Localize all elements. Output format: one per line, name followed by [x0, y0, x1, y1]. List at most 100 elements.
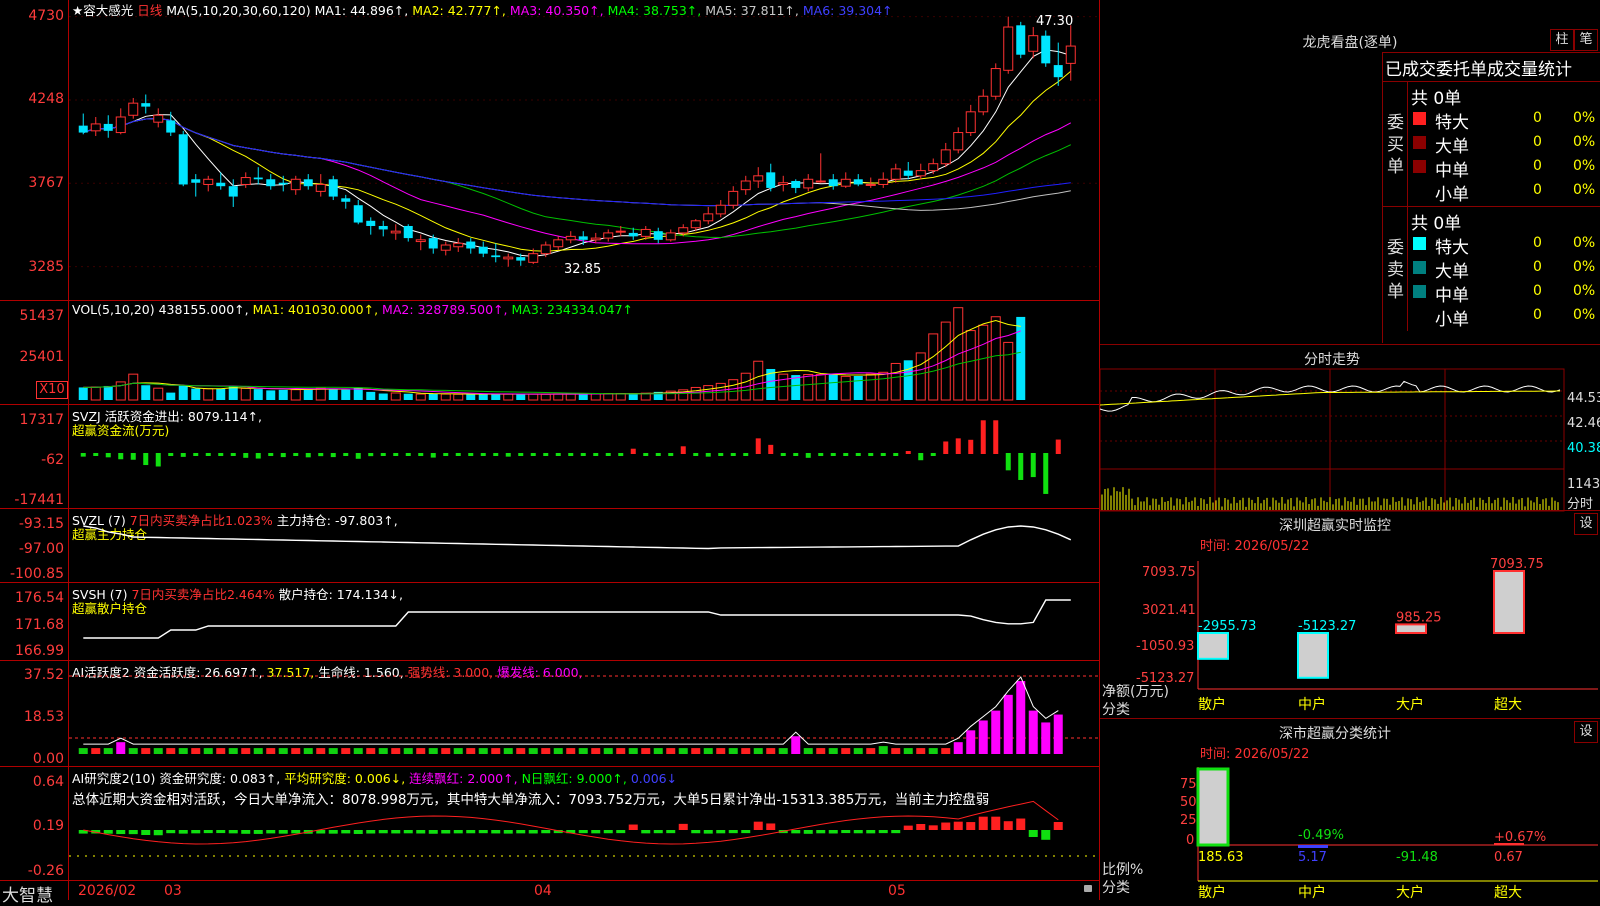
volume-bar	[865, 373, 876, 401]
research-bar	[128, 830, 138, 835]
class-axis-tick: 25	[1180, 813, 1197, 828]
candle-body	[878, 178, 889, 185]
ai-research-chart[interactable]	[69, 766, 1099, 880]
sz-settings-button[interactable]: 设	[1574, 513, 1598, 535]
sz-axis-tick: 7093.75	[1142, 565, 1196, 580]
activity-bar	[728, 748, 738, 754]
candle-body	[628, 232, 638, 237]
candle-body	[303, 179, 313, 187]
svzj-bar-chart[interactable]	[69, 404, 1099, 508]
volume-bar	[191, 388, 201, 400]
svzj-bar	[1030, 453, 1036, 478]
activity-bar	[853, 748, 863, 754]
order-size-label: 中单	[1435, 286, 1469, 306]
research-bar	[841, 830, 851, 834]
research-bar	[428, 830, 438, 834]
research-bar	[141, 830, 151, 835]
price-tick: 3767	[28, 175, 64, 191]
order-count: 0	[1533, 158, 1542, 174]
activity-bar	[503, 748, 513, 754]
research-bar	[691, 830, 701, 834]
volume-bar	[78, 387, 88, 400]
activity-bar	[91, 748, 101, 754]
candle-body	[290, 178, 301, 191]
lock-icon[interactable]	[1084, 885, 1092, 892]
svzj-bar	[905, 451, 911, 454]
svzj-bar	[855, 453, 861, 456]
bar-view-button[interactable]: 柱	[1550, 29, 1574, 51]
main-chart-area[interactable]: ★容大感光 日线 MA(5,10,20,30,60,120) MA1: 44.8…	[0, 0, 1100, 906]
sz-monitor-panel[interactable]: 深圳超赢实时监控 设 时间: 2026/05/22 7093.75 3021.4…	[1100, 510, 1600, 719]
class-settings-button[interactable]: 设	[1574, 721, 1598, 743]
candlestick-chart[interactable]	[69, 0, 1099, 300]
volume-bar	[428, 393, 438, 400]
volume-chart[interactable]	[69, 300, 1099, 404]
candle-body	[915, 170, 926, 177]
activity-bar	[466, 748, 476, 754]
candle-body	[778, 182, 789, 185]
svzl-line-chart[interactable]	[69, 508, 1099, 582]
activity-bar	[953, 742, 963, 754]
order-percent: 0%	[1573, 158, 1596, 174]
svzj-bar	[793, 453, 799, 456]
activity-bar	[366, 748, 376, 754]
svzj-bar	[968, 439, 974, 454]
candle-body	[590, 237, 601, 241]
candle-body	[266, 179, 276, 187]
activity-bar	[678, 748, 688, 754]
svzj-bar	[555, 453, 561, 456]
activity-bar	[816, 748, 826, 754]
sz-axis-tick: -1050.93	[1136, 639, 1195, 654]
brand-label[interactable]: 大智慧	[2, 881, 53, 906]
activity-bar	[153, 748, 163, 754]
svzl-tick: -93.15	[18, 516, 64, 532]
activity-bar	[578, 748, 588, 754]
research-bar	[103, 830, 113, 834]
candle-body	[528, 253, 539, 263]
date-tick: 05	[888, 883, 906, 899]
svzj-bar	[343, 453, 349, 456]
class-pct-label: +0.67%	[1494, 830, 1546, 845]
volume-bar	[903, 360, 913, 400]
research-bar	[628, 824, 638, 830]
volume-bar	[878, 371, 889, 401]
ma60-line	[83, 117, 1071, 211]
intraday-panel[interactable]: 分时走势 44.53 42.46 40.38 11433 分时	[1099, 344, 1600, 512]
class-value-label: 5.17	[1298, 850, 1327, 865]
sz-value-label: -5123.27	[1298, 619, 1356, 634]
stats-box: 已成交委托单成交量统计 委买单 共 0单 特大 0 0% 大单 0 0% 中单 0 0% 小单 0 0…	[1382, 52, 1600, 343]
volume-bar	[278, 389, 288, 400]
activity-bar	[928, 748, 938, 754]
ai-active-chart[interactable]	[69, 660, 1099, 766]
svzj-bar	[743, 453, 749, 456]
tick-view-button[interactable]: 笔	[1574, 29, 1598, 51]
svzj-bar	[443, 453, 449, 456]
intraday-chart[interactable]	[1099, 368, 1565, 512]
activity-bar	[453, 748, 463, 754]
sz-bar-chart[interactable]: -2955.73 散户 -5123.27 中户 985.25 大户 7093.75 超大	[1197, 551, 1598, 719]
svzj-bar	[330, 453, 336, 458]
research-bar	[191, 830, 201, 834]
svsh-line-chart[interactable]	[69, 582, 1099, 660]
research-bar	[591, 830, 601, 834]
svzj-bar	[868, 453, 874, 456]
volume-bar	[853, 376, 863, 400]
order-percent: 0%	[1573, 134, 1596, 150]
research-bar	[816, 830, 826, 834]
class-bar-chart[interactable]: -0.49% +0.67% 185.63 散户 5.17 中户 -91.48 大户 0.67 超大	[1196, 759, 1598, 901]
volume-bar	[590, 393, 601, 401]
sell-block: 委卖单 共 0单 特大 0 0% 大单 0 0% 中单 0 0% 小单 0 0%	[1383, 207, 1600, 331]
volume-bar	[915, 352, 926, 401]
svzj-bar	[768, 444, 774, 454]
candle-body	[240, 177, 251, 185]
candle-body	[453, 242, 464, 248]
order-count: 0	[1533, 283, 1542, 299]
volume-bar	[990, 316, 1001, 401]
activity-bar	[266, 748, 276, 754]
volume-bar	[828, 373, 838, 400]
candle-body	[728, 190, 739, 206]
research-bar	[453, 830, 463, 834]
volume-bar	[378, 393, 388, 400]
volume-bar	[328, 389, 338, 400]
sz-class-panel[interactable]: 深市超赢分类统计 设 时间: 2026/05/22 75 50 25 0 比例%…	[1100, 718, 1600, 901]
